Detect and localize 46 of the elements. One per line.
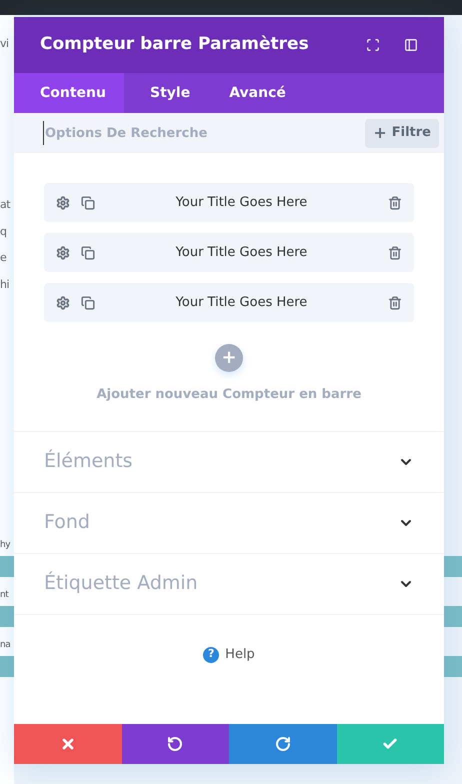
help-link[interactable]: ? Help — [203, 646, 255, 664]
text-fragment: na — [0, 641, 10, 650]
section-title: Étiquette Admin — [44, 570, 199, 596]
trash-icon[interactable] — [388, 196, 402, 210]
list-item[interactable]: Your Title Goes Here — [44, 283, 414, 322]
copy-icon[interactable] — [81, 196, 95, 210]
text-fragment: q — [0, 226, 6, 237]
text-fragment: hy — [0, 541, 10, 550]
redo-icon — [274, 736, 291, 752]
item-title: Your Title Goes Here — [174, 194, 308, 212]
bar-fragment — [0, 606, 14, 627]
list-item[interactable]: Your Title Goes Here — [44, 233, 414, 272]
bar-fragment — [444, 606, 462, 627]
bar-fragment — [0, 656, 14, 677]
tab[interactable]: Style — [137, 73, 204, 113]
sidebar-icon[interactable] — [404, 38, 418, 52]
trash-icon[interactable] — [388, 246, 402, 260]
text-fragment: hi — [0, 279, 10, 290]
text-fragment: vi — [0, 38, 9, 49]
bar-fragment — [444, 556, 462, 577]
search-field[interactable]: Options De Recherche — [43, 121, 358, 145]
undo-button[interactable] — [122, 724, 229, 764]
search-bar[interactable]: Options De Recherche + Filtre — [14, 113, 444, 153]
text-fragment: nt — [0, 591, 8, 600]
item-title: Your Title Goes Here — [174, 294, 308, 312]
section-title: Éléments — [44, 448, 134, 474]
tab[interactable]: Contenu — [14, 73, 124, 113]
section-title: Fond — [44, 510, 91, 536]
fullscreen-icon[interactable] — [366, 38, 380, 52]
settings-icon[interactable] — [56, 246, 70, 260]
settings-icon[interactable] — [56, 296, 70, 310]
trash-icon[interactable] — [388, 296, 402, 310]
bar-fragment — [0, 556, 14, 577]
undo-icon — [167, 736, 184, 752]
filter-button[interactable]: + Filtre — [365, 118, 439, 148]
list-item[interactable]: Your Title Goes Here — [44, 183, 414, 222]
copy-icon[interactable] — [81, 246, 95, 260]
close-icon — [60, 736, 76, 752]
panel-title: Compteur barre Paramètres — [40, 33, 310, 56]
text-fragment: e — [0, 252, 6, 263]
copy-icon[interactable] — [81, 296, 95, 310]
bar-fragment — [444, 656, 462, 677]
tab[interactable]: Avancé — [216, 73, 299, 113]
item-title: Your Title Goes Here — [174, 244, 308, 262]
settings-icon[interactable] — [56, 196, 70, 210]
text-fragment: at — [0, 199, 10, 210]
